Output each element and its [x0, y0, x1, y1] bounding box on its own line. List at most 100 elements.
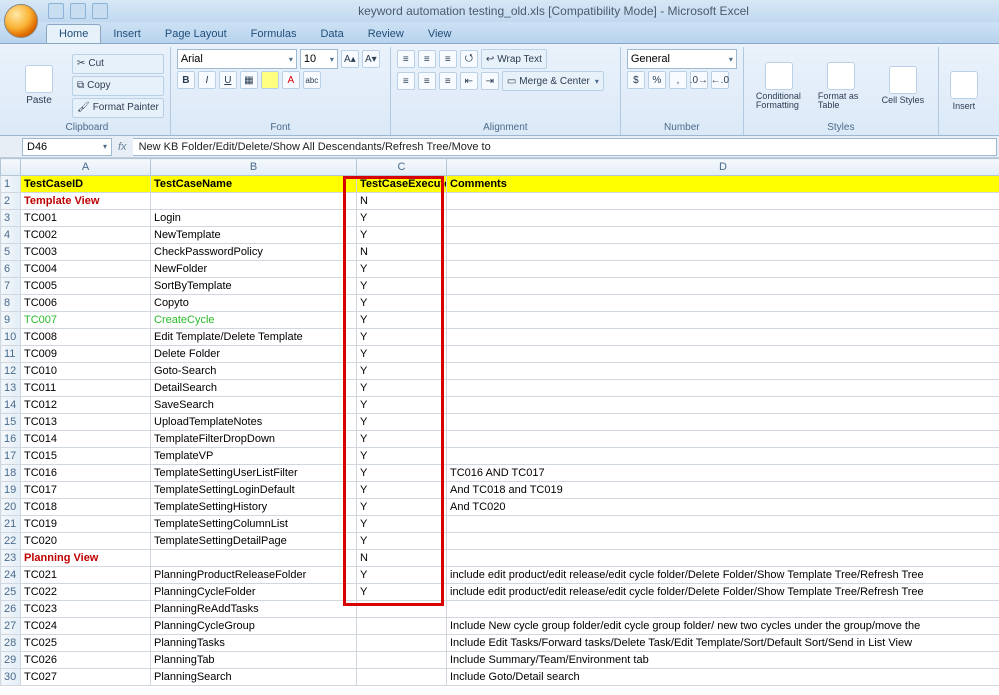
cell[interactable]: TC019 [21, 516, 151, 533]
cell[interactable] [447, 601, 999, 618]
cell[interactable]: Y [357, 278, 447, 295]
fill-color-button[interactable] [261, 71, 279, 89]
cell[interactable]: And TC018 and TC019 [447, 482, 999, 499]
row-header[interactable]: 18 [1, 465, 21, 482]
cut-button[interactable]: ✂Cut [72, 54, 164, 74]
italic-button[interactable]: I [198, 71, 216, 89]
row-header[interactable]: 7 [1, 278, 21, 295]
cell[interactable] [447, 193, 999, 210]
cell[interactable] [357, 635, 447, 652]
cell[interactable]: TemplateVP [151, 448, 357, 465]
cell[interactable]: TC025 [21, 635, 151, 652]
tab-review[interactable]: Review [356, 25, 416, 43]
cell[interactable]: Y [357, 312, 447, 329]
cell[interactable]: Y [357, 210, 447, 227]
cell[interactable]: TC005 [21, 278, 151, 295]
cell[interactable]: CheckPasswordPolicy [151, 244, 357, 261]
cell[interactable]: TC009 [21, 346, 151, 363]
cell[interactable]: TC013 [21, 414, 151, 431]
increase-decimal-button[interactable]: .0→ [690, 71, 708, 89]
cell[interactable]: Delete Folder [151, 346, 357, 363]
cell[interactable]: Y [357, 346, 447, 363]
cell[interactable] [357, 618, 447, 635]
row-header[interactable]: 30 [1, 669, 21, 686]
align-right-button[interactable]: ≡ [439, 72, 457, 90]
border-button[interactable]: ▦ [240, 71, 258, 89]
undo-icon[interactable] [70, 3, 86, 19]
cell[interactable]: TemplateSettingLoginDefault [151, 482, 357, 499]
cell[interactable] [447, 261, 999, 278]
cell[interactable] [447, 295, 999, 312]
cell[interactable] [151, 193, 357, 210]
row-header[interactable]: 3 [1, 210, 21, 227]
tab-page-layout[interactable]: Page Layout [153, 25, 239, 43]
cell[interactable]: TemplateSettingUserListFilter [151, 465, 357, 482]
cell[interactable]: TestCaseName [151, 176, 357, 193]
cell[interactable] [447, 414, 999, 431]
cell[interactable]: PlanningTasks [151, 635, 357, 652]
cell[interactable]: Y [357, 567, 447, 584]
cell[interactable]: Include Edit Tasks/Forward tasks/Delete … [447, 635, 999, 652]
increase-indent-button[interactable]: ⇥ [481, 72, 499, 90]
cell[interactable]: TC016 [21, 465, 151, 482]
cell[interactable]: TC024 [21, 618, 151, 635]
paste-button[interactable]: Paste [10, 63, 68, 108]
cell[interactable]: TC027 [21, 669, 151, 686]
cell[interactable]: TC014 [21, 431, 151, 448]
cell[interactable] [151, 550, 357, 567]
row-header[interactable]: 23 [1, 550, 21, 567]
row-header[interactable]: 2 [1, 193, 21, 210]
tab-home[interactable]: Home [46, 24, 101, 43]
cell[interactable]: Y [357, 584, 447, 601]
cell[interactable] [357, 601, 447, 618]
font-color-button[interactable]: A [282, 71, 300, 89]
cell[interactable]: PlanningCycleFolder [151, 584, 357, 601]
cell[interactable] [447, 533, 999, 550]
cell[interactable] [447, 210, 999, 227]
cell[interactable]: CreateCycle [151, 312, 357, 329]
cell[interactable] [447, 397, 999, 414]
cell[interactable]: TC015 [21, 448, 151, 465]
cell[interactable]: Y [357, 465, 447, 482]
row-header[interactable]: 8 [1, 295, 21, 312]
row-header[interactable]: 6 [1, 261, 21, 278]
font-size-dropdown[interactable]: 10▾ [300, 49, 338, 69]
cell[interactable]: Copyto [151, 295, 357, 312]
cell[interactable]: Y [357, 414, 447, 431]
number-format-dropdown[interactable]: General▾ [627, 49, 737, 69]
tab-data[interactable]: Data [308, 25, 355, 43]
cell[interactable] [447, 278, 999, 295]
cell[interactable]: Y [357, 397, 447, 414]
align-middle-button[interactable]: ≡ [418, 50, 436, 68]
cell[interactable]: Y [357, 380, 447, 397]
cell[interactable]: Y [357, 295, 447, 312]
cell[interactable]: TemplateSettingHistory [151, 499, 357, 516]
fx-icon[interactable]: fx [118, 141, 127, 153]
bold-button[interactable]: B [177, 71, 195, 89]
align-center-button[interactable]: ≡ [418, 72, 436, 90]
cell[interactable]: TemplateSettingColumnList [151, 516, 357, 533]
align-top-button[interactable]: ≡ [397, 50, 415, 68]
cell[interactable]: PlanningCycleGroup [151, 618, 357, 635]
decrease-indent-button[interactable]: ⇤ [460, 72, 478, 90]
row-header[interactable]: 11 [1, 346, 21, 363]
tab-formulas[interactable]: Formulas [239, 25, 309, 43]
cell[interactable]: TC020 [21, 533, 151, 550]
cell[interactable]: TC004 [21, 261, 151, 278]
redo-icon[interactable] [92, 3, 108, 19]
cell[interactable]: Y [357, 227, 447, 244]
underline-button[interactable]: U [219, 71, 237, 89]
cell[interactable] [447, 431, 999, 448]
cell[interactable]: N [357, 244, 447, 261]
row-header[interactable]: 17 [1, 448, 21, 465]
tab-view[interactable]: View [416, 25, 464, 43]
cell[interactable]: Goto-Search [151, 363, 357, 380]
cell[interactable]: UploadTemplateNotes [151, 414, 357, 431]
orientation-button[interactable]: ⭯ [460, 50, 478, 68]
cell[interactable]: Y [357, 363, 447, 380]
decrease-decimal-button[interactable]: ←.0 [711, 71, 729, 89]
cell[interactable] [447, 312, 999, 329]
save-icon[interactable] [48, 3, 64, 19]
cell[interactable]: TC003 [21, 244, 151, 261]
cell[interactable] [447, 227, 999, 244]
